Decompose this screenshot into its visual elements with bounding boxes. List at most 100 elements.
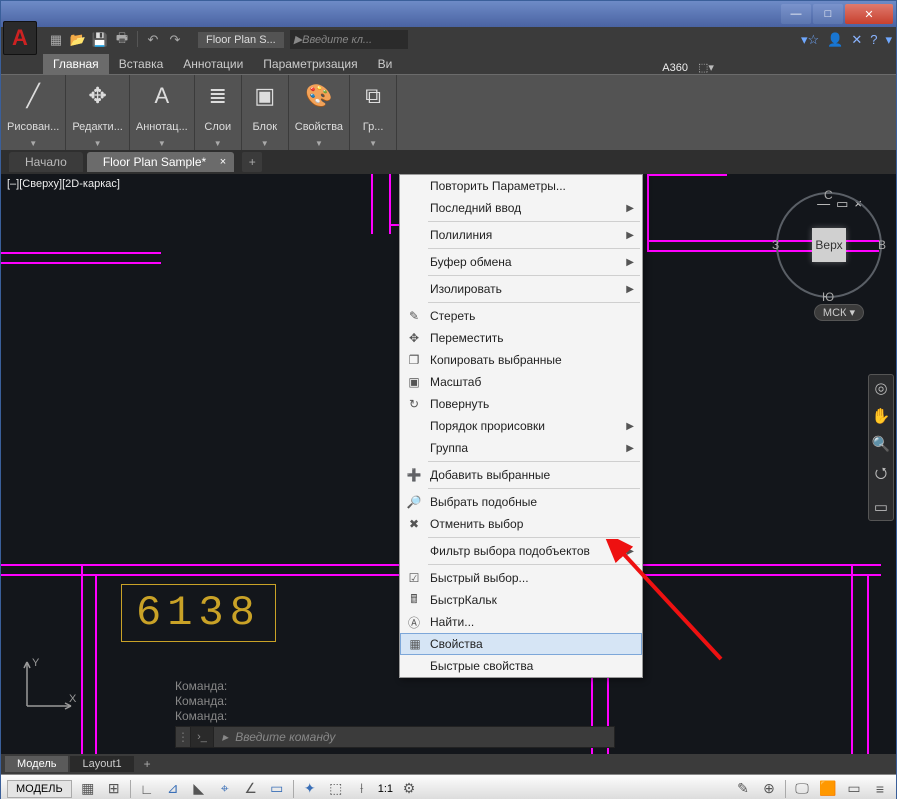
sel-icon[interactable]: ⬚: [326, 780, 346, 797]
ctx-scale[interactable]: ▣Масштаб: [400, 371, 642, 393]
pan-icon[interactable]: ✋: [872, 407, 891, 425]
open-icon[interactable]: 📂: [69, 31, 87, 49]
exchange-icon[interactable]: ✕: [851, 32, 862, 48]
panel-properties[interactable]: 🎨Свойства▼: [289, 75, 350, 150]
viewcube-west[interactable]: З: [772, 238, 779, 252]
qselect-icon: ☑: [406, 571, 422, 585]
saveas-icon[interactable]: 🖶: [113, 31, 131, 49]
search-input[interactable]: ▶ Введите кл...: [290, 30, 408, 49]
panel-annotate[interactable]: AАннотац...▼: [130, 75, 195, 150]
close-button[interactable]: ✕: [845, 4, 893, 24]
ctx-last-input[interactable]: Последний ввод▶: [400, 197, 642, 219]
undo-icon[interactable]: ↶: [144, 31, 162, 49]
panel-block[interactable]: ▣Блок▼: [242, 75, 289, 150]
snap-icon[interactable]: ⊞: [104, 780, 124, 797]
tab-view[interactable]: Ви: [368, 54, 403, 74]
tab-annotations[interactable]: Аннотации: [173, 54, 253, 74]
monitor-icon[interactable]: 🖵: [792, 780, 812, 797]
panel-draw[interactable]: ╱Рисован...▼: [1, 75, 66, 150]
panel-layers[interactable]: ≣Слои▼: [195, 75, 242, 150]
ucs-dropdown[interactable]: МСК ▾: [814, 304, 864, 321]
navwheel-icon[interactable]: ◎: [874, 379, 887, 397]
zoom-icon[interactable]: 🔍: [872, 435, 891, 453]
orbit-icon[interactable]: ⭯: [875, 463, 888, 488]
ctx-move[interactable]: ✥Переместить: [400, 327, 642, 349]
status-model-button[interactable]: МОДЕЛЬ: [7, 780, 72, 798]
new-tab-button[interactable]: +: [242, 152, 262, 172]
save-icon[interactable]: 💾: [91, 31, 109, 49]
hardware-icon[interactable]: 🟧: [818, 780, 838, 797]
dropdown-icon[interactable]: ▾: [885, 32, 892, 48]
ctx-subfilter[interactable]: Фильтр выбора подобъектов▶: [400, 540, 642, 562]
tab-insert[interactable]: Вставка: [109, 54, 174, 74]
signin-icon[interactable]: 👤: [827, 32, 843, 48]
ctx-polyline[interactable]: Полилиния▶: [400, 224, 642, 246]
customize-icon[interactable]: ≡: [870, 781, 890, 797]
ann-scale-icon[interactable]: ✎: [733, 780, 753, 797]
viewcube-north[interactable]: С: [824, 188, 833, 202]
viewcube-top-face[interactable]: Верх: [812, 228, 846, 262]
gear-icon[interactable]: ⚙: [399, 780, 419, 797]
star-icon[interactable]: ▾☆: [801, 32, 819, 48]
ctx-erase[interactable]: ✎Стереть: [400, 305, 642, 327]
redo-icon[interactable]: ↷: [166, 31, 184, 49]
tab-a360[interactable]: A360: [662, 62, 688, 74]
layout-tab-model[interactable]: Модель: [5, 756, 68, 772]
search-placeholder: Введите кл...: [302, 34, 372, 46]
drawing-canvas[interactable]: [–][Сверху][2D-каркас] 6138 YX Команда:: [1, 174, 896, 754]
showmotion-icon[interactable]: ▭: [874, 498, 888, 516]
document-tab-start[interactable]: Начало: [9, 152, 83, 172]
iso-icon[interactable]: ◣: [189, 780, 209, 797]
workspace-icon[interactable]: ⊕: [759, 780, 779, 797]
ribbon-collapse-icon[interactable]: ⬚▾: [698, 61, 714, 74]
panel-groups[interactable]: ⧉Гр...▼: [350, 75, 397, 150]
ctx-addselected[interactable]: ➕Добавить выбранные: [400, 464, 642, 486]
ctx-isolate[interactable]: Изолировать▶: [400, 278, 642, 300]
help-icon[interactable]: ?: [870, 32, 877, 47]
close-tab-icon[interactable]: ×: [220, 156, 226, 168]
minimize-button[interactable]: —: [781, 4, 811, 24]
osnap-icon[interactable]: ⌖: [215, 780, 235, 797]
tab-parametric[interactable]: Параметризация: [253, 54, 367, 74]
ctx-qproperties[interactable]: Быстрые свойства: [400, 655, 642, 677]
clean-icon[interactable]: ▭: [844, 780, 864, 797]
ctx-quickcalc[interactable]: 🖩БыстрКальк: [400, 589, 642, 611]
ctx-selectsimilar[interactable]: 🔎Выбрать подобные: [400, 491, 642, 513]
ortho-icon[interactable]: ∟: [137, 781, 157, 797]
viewcube[interactable]: —▭× Верх С Ю В З: [776, 192, 882, 298]
ctx-repeat[interactable]: Повторить Параметры...: [400, 175, 642, 197]
command-prompt-icon[interactable]: ›_: [190, 727, 214, 747]
ctx-find[interactable]: ⒶНайти...: [400, 611, 642, 633]
document-tab-active[interactable]: Floor Plan Sample*×: [87, 152, 234, 172]
scale-label[interactable]: 1:1: [378, 783, 393, 795]
grip-icon[interactable]: ⋮: [176, 730, 190, 744]
scale-icon: ▣: [406, 375, 422, 389]
lwt-icon[interactable]: ▭: [267, 780, 287, 797]
dyn-icon[interactable]: ✦: [300, 780, 320, 797]
ctx-clipboard[interactable]: Буфер обмена▶: [400, 251, 642, 273]
ucs-icon[interactable]: YX: [19, 654, 79, 714]
props-icon: 🎨: [302, 79, 336, 113]
command-line[interactable]: ⋮ ›_ ▸ Введите команду: [175, 726, 615, 748]
maximize-button[interactable]: □: [813, 4, 843, 24]
new-icon[interactable]: ▦: [47, 31, 65, 49]
ctx-group[interactable]: Группа▶: [400, 437, 642, 459]
viewcube-east[interactable]: В: [878, 238, 886, 252]
polar-icon[interactable]: ⊿: [163, 780, 183, 797]
layout-tab-add[interactable]: +: [136, 755, 159, 773]
ctx-deselect[interactable]: ✖Отменить выбор: [400, 513, 642, 535]
view-controls-label[interactable]: [–][Сверху][2D-каркас]: [7, 178, 120, 190]
3d-icon[interactable]: ⟊: [352, 780, 372, 797]
ctx-draworder[interactable]: Порядок прорисовки▶: [400, 415, 642, 437]
grid-icon[interactable]: ▦: [78, 780, 98, 797]
ctx-properties[interactable]: ▦Свойства: [400, 633, 642, 655]
ctx-qselect[interactable]: ☑Быстрый выбор...: [400, 567, 642, 589]
panel-edit[interactable]: ✥Редакти...▼: [66, 75, 130, 150]
app-logo[interactable]: A: [3, 21, 37, 55]
ctx-rotate[interactable]: ↻Повернуть: [400, 393, 642, 415]
viewcube-south[interactable]: Ю: [822, 290, 834, 304]
ctx-copy[interactable]: ❐Копировать выбранные: [400, 349, 642, 371]
tab-main[interactable]: Главная: [43, 54, 109, 74]
otrack-icon[interactable]: ∠: [241, 780, 261, 797]
layout-tab-layout1[interactable]: Layout1: [70, 756, 133, 772]
